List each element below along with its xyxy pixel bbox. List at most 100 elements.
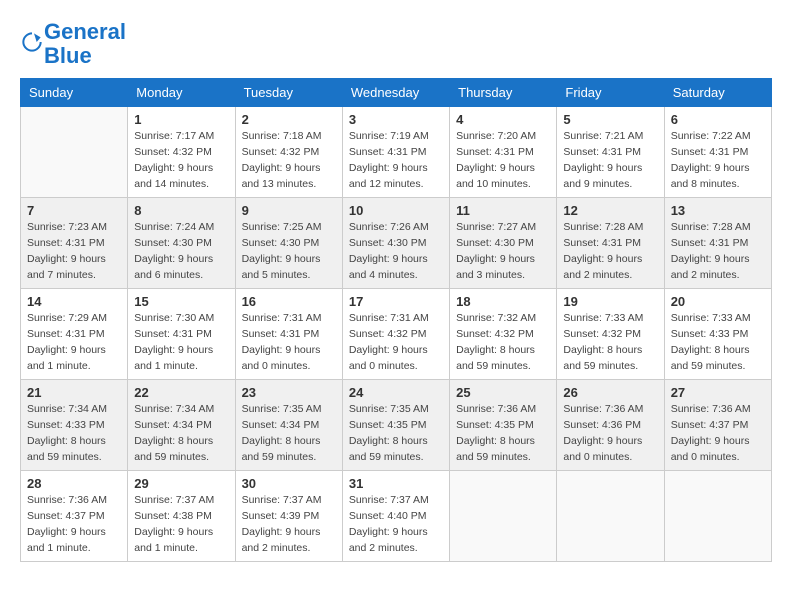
day-info: Sunrise: 7:25 AMSunset: 4:30 PMDaylight:… (242, 220, 336, 283)
day-number: 31 (349, 476, 443, 491)
calendar-cell: 29 Sunrise: 7:37 AMSunset: 4:38 PMDayligh… (128, 471, 235, 562)
day-number: 18 (456, 294, 550, 309)
calendar-cell (450, 471, 557, 562)
logo-icon (22, 32, 42, 52)
calendar-cell: 28 Sunrise: 7:36 AMSunset: 4:37 PMDayligh… (21, 471, 128, 562)
day-info: Sunrise: 7:33 AMSunset: 4:32 PMDaylight:… (563, 311, 657, 374)
day-number: 7 (27, 203, 121, 218)
day-number: 22 (134, 385, 228, 400)
header: GeneralBlue (20, 20, 772, 68)
calendar-cell: 15 Sunrise: 7:30 AMSunset: 4:31 PMDayligh… (128, 289, 235, 380)
weekday-header-wednesday: Wednesday (342, 79, 449, 107)
calendar-cell: 27 Sunrise: 7:36 AMSunset: 4:37 PMDayligh… (664, 380, 771, 471)
calendar-cell (21, 107, 128, 198)
calendar-cell (557, 471, 664, 562)
day-info: Sunrise: 7:37 AMSunset: 4:39 PMDaylight:… (242, 493, 336, 556)
calendar-cell: 25Sunrise: 7:36 AMSunset: 4:35 PMDayligh… (450, 380, 557, 471)
day-info: Sunrise: 7:37 AMSunset: 4:38 PMDaylight:… (134, 493, 228, 556)
logo-text: GeneralBlue (44, 20, 126, 68)
day-info: Sunrise: 7:31 AMSunset: 4:31 PMDaylight:… (242, 311, 336, 374)
day-info: Sunrise: 7:32 AMSunset: 4:32 PMDaylight:… (456, 311, 550, 374)
day-number: 21 (27, 385, 121, 400)
day-info: Sunrise: 7:19 AMSunset: 4:31 PMDaylight:… (349, 129, 443, 192)
day-number: 2 (242, 112, 336, 127)
calendar-cell: 31 Sunrise: 7:37 AMSunset: 4:40 PMDayligh… (342, 471, 449, 562)
week-row-1: 1Sunrise: 7:17 AMSunset: 4:32 PMDaylight… (21, 107, 772, 198)
day-info: Sunrise: 7:18 AMSunset: 4:32 PMDaylight:… (242, 129, 336, 192)
weekday-header-row: SundayMondayTuesdayWednesdayThursdayFrid… (21, 79, 772, 107)
day-info: Sunrise: 7:22 AMSunset: 4:31 PMDaylight:… (671, 129, 765, 192)
day-number: 19 (563, 294, 657, 309)
day-info: Sunrise: 7:36 AMSunset: 4:35 PMDaylight:… (456, 402, 550, 465)
calendar-cell: 8 Sunrise: 7:24 AMSunset: 4:30 PMDaylight… (128, 198, 235, 289)
logo: GeneralBlue (20, 20, 126, 68)
day-number: 29 (134, 476, 228, 491)
day-number: 4 (456, 112, 550, 127)
day-number: 3 (349, 112, 443, 127)
calendar-cell: 4 Sunrise: 7:20 AMSunset: 4:31 PMDaylight… (450, 107, 557, 198)
day-number: 8 (134, 203, 228, 218)
day-info: Sunrise: 7:28 AMSunset: 4:31 PMDaylight:… (671, 220, 765, 283)
day-info: Sunrise: 7:23 AMSunset: 4:31 PMDaylight:… (27, 220, 121, 283)
calendar-cell: 26 Sunrise: 7:36 AMSunset: 4:36 PMDayligh… (557, 380, 664, 471)
day-info: Sunrise: 7:35 AMSunset: 4:35 PMDaylight:… (349, 402, 443, 465)
calendar-cell: 12Sunrise: 7:28 AMSunset: 4:31 PMDayligh… (557, 198, 664, 289)
day-number: 20 (671, 294, 765, 309)
day-info: Sunrise: 7:34 AMSunset: 4:33 PMDaylight:… (27, 402, 121, 465)
week-row-2: 7 Sunrise: 7:23 AMSunset: 4:31 PMDaylight… (21, 198, 772, 289)
day-info: Sunrise: 7:26 AMSunset: 4:30 PMDaylight:… (349, 220, 443, 283)
calendar-cell: 18 Sunrise: 7:32 AMSunset: 4:32 PMDayligh… (450, 289, 557, 380)
day-info: Sunrise: 7:31 AMSunset: 4:32 PMDaylight:… (349, 311, 443, 374)
week-row-4: 21 Sunrise: 7:34 AMSunset: 4:33 PMDayligh… (21, 380, 772, 471)
day-info: Sunrise: 7:36 AMSunset: 4:37 PMDaylight:… (671, 402, 765, 465)
weekday-header-monday: Monday (128, 79, 235, 107)
calendar-cell: 21 Sunrise: 7:34 AMSunset: 4:33 PMDayligh… (21, 380, 128, 471)
weekday-header-thursday: Thursday (450, 79, 557, 107)
day-info: Sunrise: 7:27 AMSunset: 4:30 PMDaylight:… (456, 220, 550, 283)
calendar-cell: 2 Sunrise: 7:18 AMSunset: 4:32 PMDaylight… (235, 107, 342, 198)
calendar-cell: 7 Sunrise: 7:23 AMSunset: 4:31 PMDaylight… (21, 198, 128, 289)
weekday-header-sunday: Sunday (21, 79, 128, 107)
day-number: 23 (242, 385, 336, 400)
day-number: 5 (563, 112, 657, 127)
day-info: Sunrise: 7:29 AMSunset: 4:31 PMDaylight:… (27, 311, 121, 374)
day-number: 6 (671, 112, 765, 127)
calendar-cell: 11 Sunrise: 7:27 AMSunset: 4:30 PMDayligh… (450, 198, 557, 289)
calendar-cell: 19 Sunrise: 7:33 AMSunset: 4:32 PMDayligh… (557, 289, 664, 380)
day-info: Sunrise: 7:36 AMSunset: 4:36 PMDaylight:… (563, 402, 657, 465)
weekday-header-friday: Friday (557, 79, 664, 107)
day-number: 15 (134, 294, 228, 309)
day-info: Sunrise: 7:28 AMSunset: 4:31 PMDaylight:… (563, 220, 657, 283)
day-number: 27 (671, 385, 765, 400)
day-number: 9 (242, 203, 336, 218)
day-number: 26 (563, 385, 657, 400)
calendar-cell: 17 Sunrise: 7:31 AMSunset: 4:32 PMDayligh… (342, 289, 449, 380)
calendar-cell: 9 Sunrise: 7:25 AMSunset: 4:30 PMDaylight… (235, 198, 342, 289)
calendar-cell: 30 Sunrise: 7:37 AMSunset: 4:39 PMDayligh… (235, 471, 342, 562)
day-number: 11 (456, 203, 550, 218)
calendar-cell: 20 Sunrise: 7:33 AMSunset: 4:33 PMDayligh… (664, 289, 771, 380)
calendar-cell: 5Sunrise: 7:21 AMSunset: 4:31 PMDaylight… (557, 107, 664, 198)
day-info: Sunrise: 7:20 AMSunset: 4:31 PMDaylight:… (456, 129, 550, 192)
day-number: 1 (134, 112, 228, 127)
day-number: 28 (27, 476, 121, 491)
day-number: 16 (242, 294, 336, 309)
day-info: Sunrise: 7:35 AMSunset: 4:34 PMDaylight:… (242, 402, 336, 465)
day-number: 14 (27, 294, 121, 309)
week-row-5: 28 Sunrise: 7:36 AMSunset: 4:37 PMDayligh… (21, 471, 772, 562)
calendar-cell: 14 Sunrise: 7:29 AMSunset: 4:31 PMDayligh… (21, 289, 128, 380)
day-info: Sunrise: 7:36 AMSunset: 4:37 PMDaylight:… (27, 493, 121, 556)
day-number: 17 (349, 294, 443, 309)
calendar-cell: 6 Sunrise: 7:22 AMSunset: 4:31 PMDaylight… (664, 107, 771, 198)
day-info: Sunrise: 7:37 AMSunset: 4:40 PMDaylight:… (349, 493, 443, 556)
day-number: 30 (242, 476, 336, 491)
day-info: Sunrise: 7:34 AMSunset: 4:34 PMDaylight:… (134, 402, 228, 465)
day-number: 24 (349, 385, 443, 400)
day-info: Sunrise: 7:33 AMSunset: 4:33 PMDaylight:… (671, 311, 765, 374)
day-info: Sunrise: 7:24 AMSunset: 4:30 PMDaylight:… (134, 220, 228, 283)
day-info: Sunrise: 7:30 AMSunset: 4:31 PMDaylight:… (134, 311, 228, 374)
weekday-header-saturday: Saturday (664, 79, 771, 107)
calendar-cell: 16 Sunrise: 7:31 AMSunset: 4:31 PMDayligh… (235, 289, 342, 380)
week-row-3: 14 Sunrise: 7:29 AMSunset: 4:31 PMDayligh… (21, 289, 772, 380)
calendar-cell (664, 471, 771, 562)
